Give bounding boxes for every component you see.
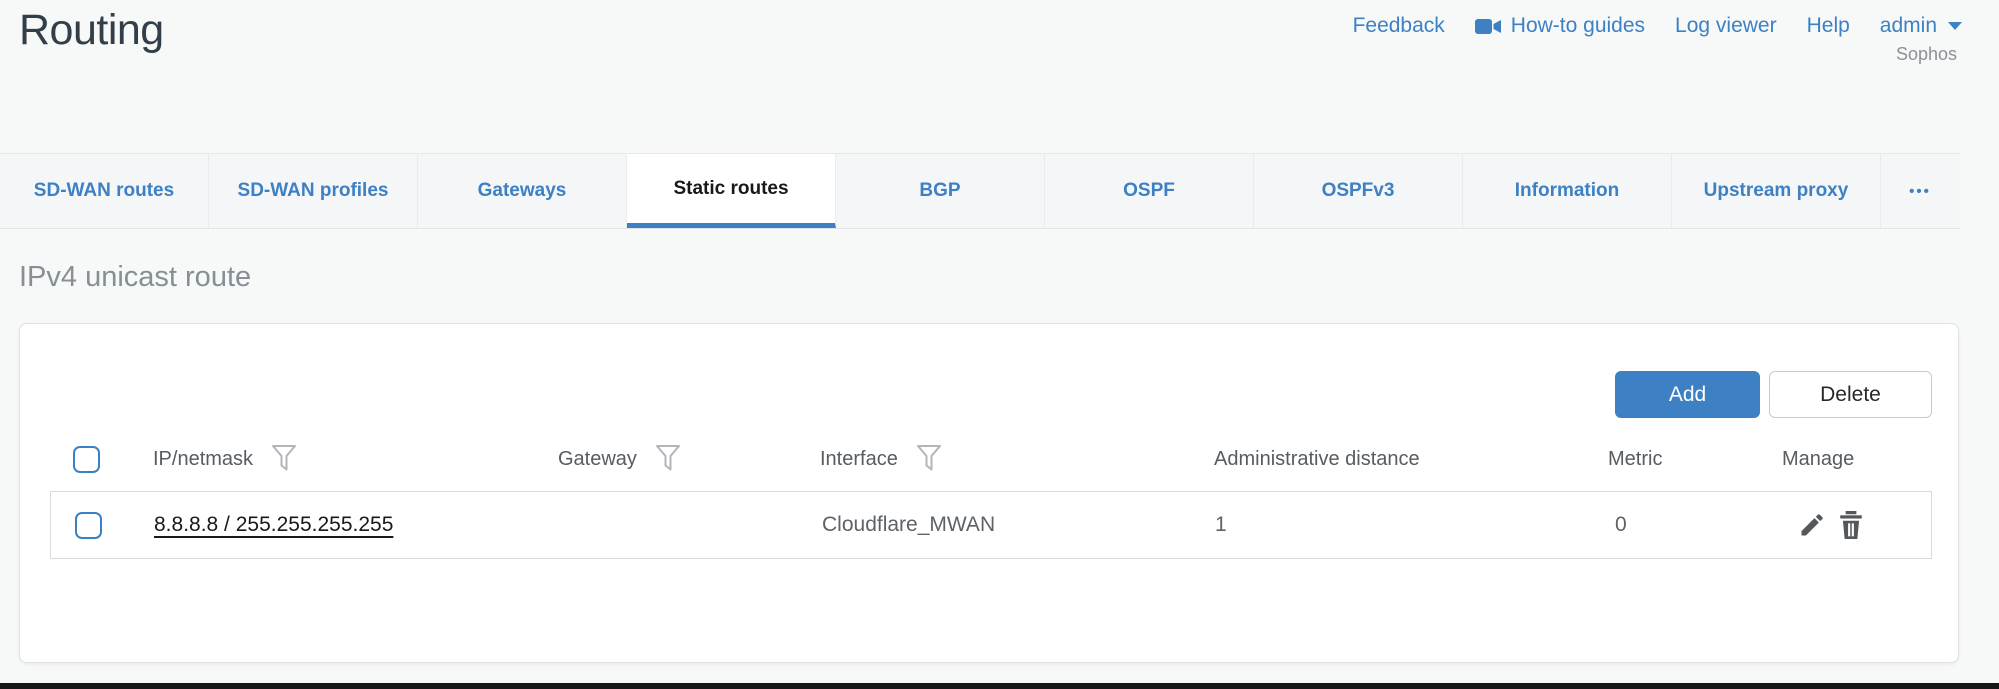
brand-label: Sophos [1896,44,1957,65]
video-camera-icon [1475,18,1502,35]
col-manage-label: Manage [1782,448,1854,471]
help-label: Help [1807,14,1850,38]
filter-icon[interactable] [655,444,681,474]
feedback-link[interactable]: Feedback [1353,14,1445,38]
log-viewer-link[interactable]: Log viewer [1675,14,1777,38]
chevron-down-icon [1948,22,1962,30]
tab-ospfv3[interactable]: OSPFv3 [1254,154,1463,228]
tab-upstream-proxy[interactable]: Upstream proxy [1672,154,1881,228]
top-nav: Feedback How-to guides Log viewer Help a… [1353,14,1962,38]
table-row: 8.8.8.8 / 255.255.255.255 Cloudflare_MWA… [50,491,1932,559]
tab-sdwan-routes[interactable]: SD-WAN routes [0,154,209,228]
admin-menu-label: admin [1880,14,1937,38]
col-interface-label: Interface [820,448,898,471]
delete-trash-icon[interactable] [1838,511,1864,539]
route-metric-value: 0 [1615,513,1627,537]
tab-static-routes[interactable]: Static routes [627,154,836,228]
col-admin-distance-label: Administrative distance [1214,448,1420,471]
delete-button[interactable]: Delete [1769,371,1932,418]
col-ip-netmask-label: IP/netmask [153,448,253,471]
col-gateway-label: Gateway [558,448,637,471]
help-link[interactable]: Help [1807,14,1850,38]
tab-sdwan-profiles[interactable]: SD-WAN profiles [209,154,418,228]
tab-information[interactable]: Information [1463,154,1672,228]
table-header: IP/netmask Gateway Interface Administrat… [20,444,1958,474]
row-checkbox[interactable] [75,512,102,539]
tab-bgp[interactable]: BGP [836,154,1045,228]
tab-gateways[interactable]: Gateways [418,154,627,228]
routes-card: Add Delete IP/netmask Gateway Interface … [19,323,1959,663]
tabs-overflow-button[interactable]: ••• [1881,154,1959,228]
route-admin-distance-value: 1 [1215,513,1227,537]
page-title: Routing [19,6,164,55]
log-viewer-label: Log viewer [1675,14,1777,38]
col-metric-label: Metric [1608,448,1662,471]
edit-icon[interactable] [1798,511,1826,539]
window-bottom-edge [0,683,1999,689]
filter-icon[interactable] [916,444,942,474]
tab-bar: SD-WAN routes SD-WAN profiles Gateways S… [0,153,1960,229]
feedback-link-label: Feedback [1353,14,1445,38]
howto-guides-link[interactable]: How-to guides [1475,14,1645,38]
route-interface-value: Cloudflare_MWAN [822,513,995,537]
admin-menu[interactable]: admin [1880,14,1962,38]
select-all-checkbox[interactable] [73,446,100,473]
tab-ospf[interactable]: OSPF [1045,154,1254,228]
filter-icon[interactable] [271,444,297,474]
route-ip-netmask-link[interactable]: 8.8.8.8 / 255.255.255.255 [154,513,393,537]
howto-guides-label: How-to guides [1511,14,1645,38]
add-button[interactable]: Add [1615,371,1760,418]
section-title: IPv4 unicast route [19,261,251,294]
